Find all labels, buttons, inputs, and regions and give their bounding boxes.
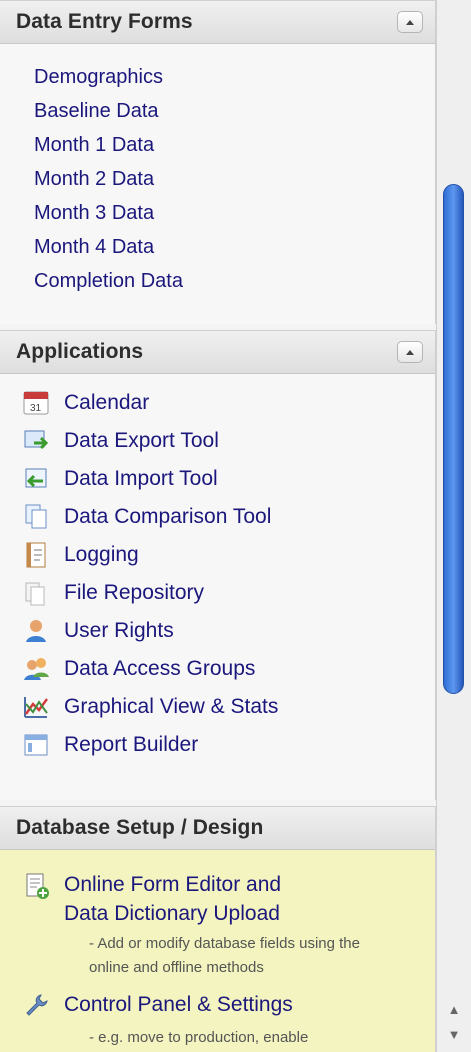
data-entry-forms-list: Demographics Baseline Data Month 1 Data … bbox=[0, 44, 435, 298]
app-data-export-tool[interactable]: Data Export Tool bbox=[20, 422, 435, 460]
online-form-editor-title-line-1[interactable]: Online Form Editor and bbox=[64, 870, 281, 899]
control-panel-description-line-1: - e.g. move to production, enable bbox=[89, 1029, 309, 1046]
data-entry-forms-title: Data Entry Forms bbox=[16, 10, 193, 33]
form-baseline-data[interactable]: Baseline Data bbox=[34, 94, 435, 128]
data-entry-forms-header[interactable]: Data Entry Forms bbox=[0, 0, 435, 44]
form-month-2-data[interactable]: Month 2 Data bbox=[34, 162, 435, 196]
form-completion-data[interactable]: Completion Data bbox=[34, 264, 435, 298]
form-month-4-data[interactable]: Month 4 Data bbox=[34, 230, 435, 264]
applications-title: Applications bbox=[16, 340, 144, 363]
user-rights-icon bbox=[20, 615, 52, 647]
online-form-editor-item[interactable]: Online Form Editor and Data Dictionary U… bbox=[20, 870, 435, 928]
scrollbar[interactable]: ▲ ▼ bbox=[436, 0, 471, 1052]
data-comparison-icon bbox=[20, 501, 52, 533]
data-import-icon bbox=[20, 463, 52, 495]
app-logging[interactable]: Logging bbox=[20, 536, 435, 574]
logging-icon bbox=[20, 539, 52, 571]
database-setup-panel: Database Setup / Design Online Form Edit… bbox=[0, 806, 436, 1052]
app-file-repository[interactable]: File Repository bbox=[20, 574, 435, 612]
collapse-arrow-icon bbox=[406, 349, 414, 355]
scroll-up-arrow-icon[interactable]: ▲ bbox=[445, 1000, 463, 1018]
collapse-data-entry-forms-button[interactable] bbox=[397, 11, 423, 33]
form-editor-icon bbox=[20, 870, 52, 902]
scrollbar-thumb[interactable] bbox=[443, 184, 464, 694]
collapse-applications-button[interactable] bbox=[397, 341, 423, 363]
app-data-access-groups[interactable]: Data Access Groups bbox=[20, 650, 435, 688]
calendar-icon: 31 bbox=[20, 387, 52, 419]
graphical-view-stats-icon bbox=[20, 691, 52, 723]
database-setup-title: Database Setup / Design bbox=[16, 816, 264, 839]
applications-list: 31 Calendar Data Export Tool Data Import… bbox=[0, 374, 435, 764]
data-entry-forms-panel: Data Entry Forms Demographics Baseline D… bbox=[0, 0, 436, 324]
report-builder-icon bbox=[20, 729, 52, 761]
applications-panel: Applications 31 Calendar Data Export Too… bbox=[0, 330, 436, 800]
app-data-comparison-tool[interactable]: Data Comparison Tool bbox=[20, 498, 435, 536]
form-demographics[interactable]: Demographics bbox=[34, 60, 435, 94]
svg-text:31: 31 bbox=[30, 403, 42, 414]
data-export-icon bbox=[20, 425, 52, 457]
database-setup-content: Online Form Editor and Data Dictionary U… bbox=[0, 850, 435, 1052]
wrench-icon bbox=[20, 990, 52, 1022]
online-form-editor-description-line-2: online and offline methods bbox=[89, 959, 264, 976]
app-graphical-view-stats[interactable]: Graphical View & Stats bbox=[20, 688, 435, 726]
data-access-groups-icon bbox=[20, 653, 52, 685]
collapse-arrow-icon bbox=[406, 19, 414, 25]
app-user-rights[interactable]: User Rights bbox=[20, 612, 435, 650]
control-panel-title[interactable]: Control Panel & Settings bbox=[64, 990, 293, 1019]
form-month-3-data[interactable]: Month 3 Data bbox=[34, 196, 435, 230]
form-month-1-data[interactable]: Month 1 Data bbox=[34, 128, 435, 162]
online-form-editor-description-line-1: - Add or modify database fields using th… bbox=[89, 935, 360, 952]
scroll-down-arrow-icon[interactable]: ▼ bbox=[445, 1025, 463, 1043]
app-calendar[interactable]: 31 Calendar bbox=[20, 384, 435, 422]
control-panel-item[interactable]: Control Panel & Settings bbox=[20, 990, 435, 1022]
sidebar-screen: Data Entry Forms Demographics Baseline D… bbox=[0, 0, 471, 1052]
applications-header[interactable]: Applications bbox=[0, 330, 435, 374]
app-report-builder[interactable]: Report Builder bbox=[20, 726, 435, 764]
database-setup-header[interactable]: Database Setup / Design bbox=[0, 806, 435, 850]
file-repository-icon bbox=[20, 577, 52, 609]
app-data-import-tool[interactable]: Data Import Tool bbox=[20, 460, 435, 498]
online-form-editor-title-line-2[interactable]: Data Dictionary Upload bbox=[64, 899, 281, 928]
